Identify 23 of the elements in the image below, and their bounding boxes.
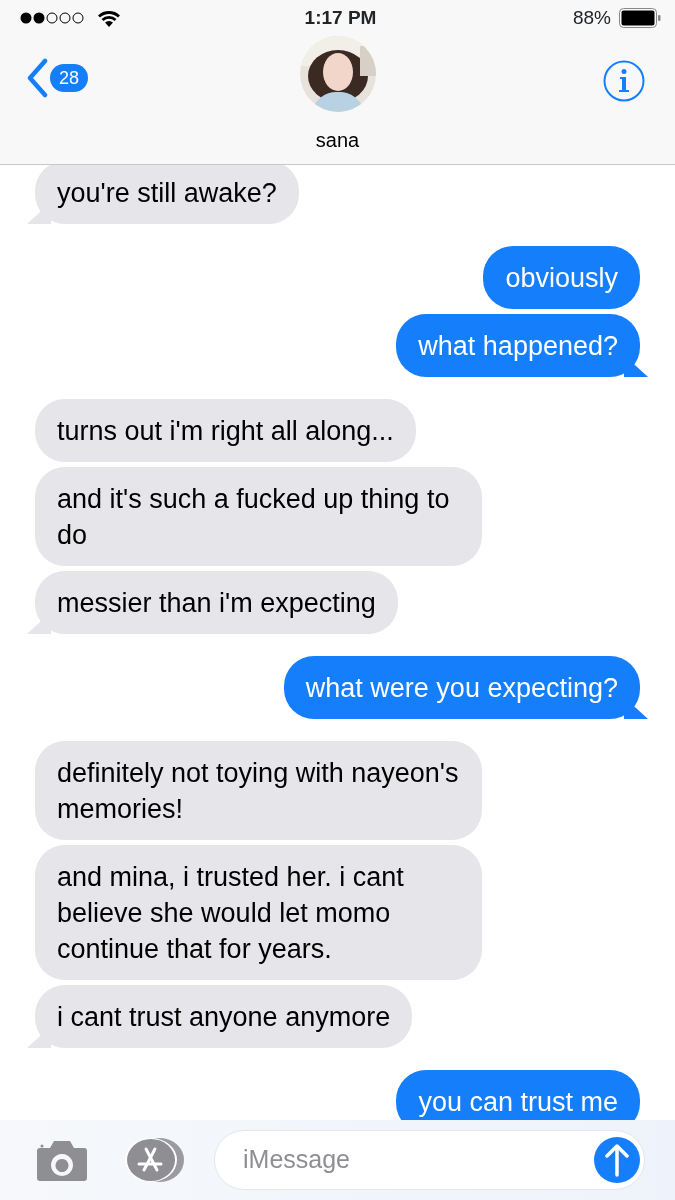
incoming-message: messier than i'm expecting xyxy=(27,571,398,634)
incoming-message: i cant trust anyone anymore xyxy=(27,985,413,1048)
outgoing-message: what happened? xyxy=(396,314,648,377)
info-button[interactable] xyxy=(603,60,645,102)
incoming-message: and mina, i trusted her. i cant believe she would let momo continue that for years. xyxy=(27,845,482,980)
back-button[interactable]: 28 xyxy=(26,58,89,98)
app-store-icon[interactable] xyxy=(124,1137,186,1183)
camera-icon[interactable] xyxy=(36,1138,88,1182)
battery-icon xyxy=(619,8,661,28)
send-button[interactable] xyxy=(594,1137,640,1183)
outgoing-message: obviously xyxy=(483,246,648,309)
contact-name: sana xyxy=(315,128,360,153)
arrow-up-icon xyxy=(605,1143,629,1177)
outgoing-message: what were you expecting? xyxy=(283,656,648,719)
incoming-message: you're still awake? xyxy=(27,165,299,224)
incoming-message: turns out i'm right all along... xyxy=(27,399,416,462)
wifi-icon xyxy=(98,9,120,27)
incoming-message: and it's such a fucked up thing to do xyxy=(27,467,482,566)
incoming-message: definitely not toying with nayeon's memories! xyxy=(27,741,482,840)
message-field[interactable]: iMessage xyxy=(214,1130,645,1190)
battery-percent: 88% xyxy=(572,5,611,30)
chevron-icon xyxy=(26,58,48,98)
status-time: 1:17 PM xyxy=(304,5,377,30)
